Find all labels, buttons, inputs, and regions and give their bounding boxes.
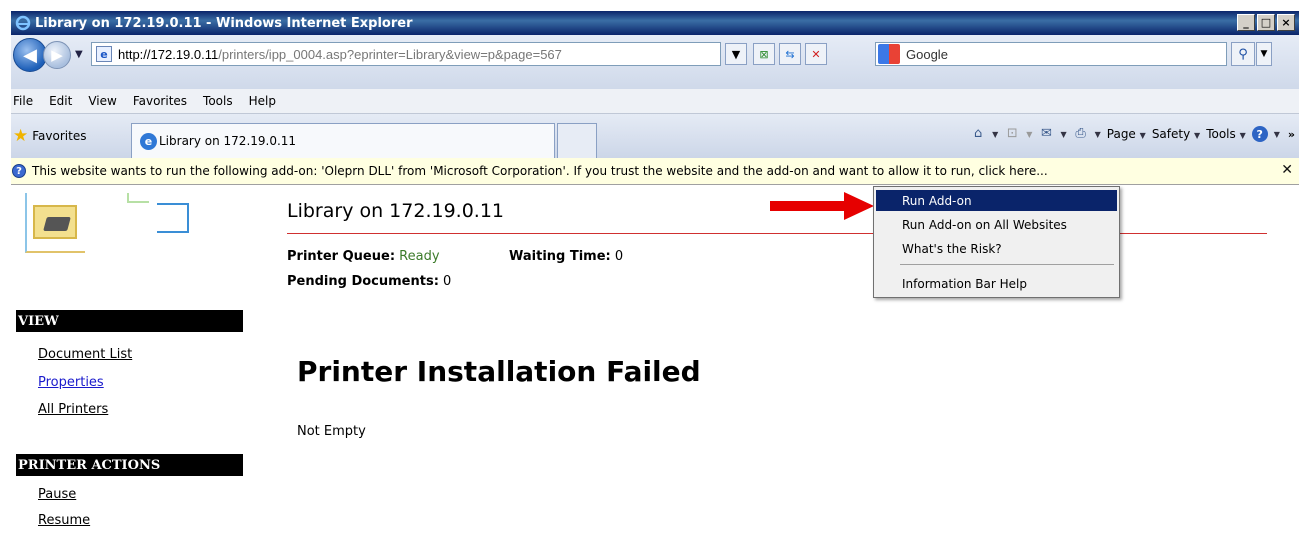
page-menu-button[interactable]: Page ▼ — [1107, 127, 1146, 141]
waiting-value: 0 — [614, 249, 624, 264]
info-shield-icon: ? — [12, 164, 26, 178]
chevron-more-icon[interactable]: » — [1288, 128, 1295, 141]
printer-icon — [43, 217, 71, 231]
ie-page-icon: e — [140, 132, 157, 150]
back-arrow-icon[interactable]: ◀ — [13, 38, 47, 72]
compatibility-view-icon[interactable]: ⊠ — [753, 43, 775, 65]
menu-bar: File Edit View Favorites Tools Help — [11, 89, 1299, 114]
menu-file[interactable]: File — [11, 94, 41, 108]
menu-item-whats-the-risk[interactable]: What's the Risk? — [876, 238, 1117, 259]
queue-label: Printer Queue: — [287, 249, 396, 264]
menu-item-information-bar-help[interactable]: Information Bar Help — [876, 273, 1117, 294]
feeds-dropdown-icon[interactable]: ▼ — [1026, 130, 1032, 139]
information-bar-message: This website wants to run the following … — [32, 164, 1048, 178]
menu-separator — [900, 264, 1114, 265]
menu-edit[interactable]: Edit — [41, 94, 80, 108]
address-path: /printers/ipp_0004.asp?eprinter=Library&… — [218, 46, 562, 62]
printer-logo — [23, 193, 203, 273]
refresh-icon[interactable]: ⇆ — [779, 43, 801, 65]
close-icon[interactable]: ✕ — [1281, 162, 1293, 178]
logo-decoration — [157, 203, 189, 233]
home-icon[interactable]: ⌂ — [970, 127, 986, 141]
pending-documents-status: Pending Documents: 0 — [287, 274, 451, 289]
address-dropdown-icon[interactable]: ▼ — [725, 43, 747, 65]
print-dropdown-icon[interactable]: ▼ — [1095, 130, 1101, 139]
safety-menu-button[interactable]: Safety ▼ — [1152, 127, 1200, 141]
menu-view[interactable]: View — [80, 94, 124, 108]
feeds-icon[interactable]: ⊡ — [1004, 127, 1020, 141]
page-title: Library on 172.19.0.11 — [287, 200, 505, 222]
sidebar-header-printer-actions: PRINTER ACTIONS — [16, 454, 243, 476]
title-divider — [287, 233, 1267, 234]
tab-label: Library on 172.19.0.11 — [159, 134, 297, 148]
forward-arrow-icon[interactable]: ▶ — [43, 41, 71, 69]
favorites-button[interactable]: ★ Favorites — [13, 126, 86, 146]
new-tab-button[interactable] — [557, 123, 597, 158]
help-icon[interactable]: ? — [1251, 126, 1268, 142]
search-options-dropdown-icon[interactable]: ▼ — [1256, 42, 1272, 66]
help-dropdown-icon[interactable]: ▼ — [1274, 130, 1280, 139]
sidebar-link-resume[interactable]: Resume — [38, 513, 90, 528]
stop-icon[interactable]: ✕ — [805, 43, 827, 65]
error-message: Not Empty — [297, 424, 366, 439]
menu-help[interactable]: Help — [241, 94, 284, 108]
close-button[interactable]: × — [1277, 14, 1295, 31]
print-icon[interactable]: ⎙ — [1073, 127, 1089, 141]
mail-dropdown-icon[interactable]: ▼ — [1060, 130, 1066, 139]
information-bar[interactable]: ? This website wants to run the followin… — [11, 158, 1299, 185]
minimize-button[interactable]: _ — [1237, 14, 1255, 31]
ie-logo-icon — [15, 15, 31, 31]
sidebar-header-view: VIEW — [16, 310, 243, 332]
window-titlebar[interactable]: Library on 172.19.0.11 - Windows Interne… — [11, 11, 1299, 35]
command-bar: ⌂ ▼ ⊡ ▼ ✉ ▼ ⎙ ▼ Page ▼ Safety ▼ Tools ▼ ? ▼ » — [970, 126, 1295, 142]
logo-decoration — [127, 193, 149, 203]
address-input[interactable]: e http://172.19.0.11/printers/ipp_0004.a… — [91, 42, 721, 66]
search-icon[interactable]: ⚲ — [1231, 42, 1255, 66]
sidebar-link-properties[interactable]: Properties — [38, 375, 104, 390]
home-dropdown-icon[interactable]: ▼ — [992, 130, 998, 139]
google-logo-icon — [878, 44, 900, 64]
printer-queue-status: Printer Queue: Ready — [287, 249, 440, 264]
pending-label: Pending Documents: — [287, 274, 439, 289]
window-title: Library on 172.19.0.11 - Windows Interne… — [35, 15, 413, 31]
queue-value: Ready — [399, 249, 440, 264]
favorites-bar: ★ Favorites e Library on 172.19.0.11 ⌂ ▼ … — [11, 114, 1299, 158]
menu-favorites[interactable]: Favorites — [125, 94, 195, 108]
red-arrow-icon — [770, 192, 874, 220]
search-input[interactable]: Google — [875, 42, 1227, 66]
search-placeholder: Google — [906, 46, 948, 62]
star-icon: ★ — [13, 126, 29, 146]
menu-tools[interactable]: Tools — [195, 94, 241, 108]
address-host: http://172.19.0.11 — [118, 46, 219, 62]
sidebar-link-document-list[interactable]: Document List — [38, 347, 132, 362]
sidebar-link-pause[interactable]: Pause — [38, 487, 76, 502]
address-toolbar: ◀ ▶ ▼ e http://172.19.0.11/printers/ipp_… — [11, 35, 1299, 89]
favorites-label: Favorites — [32, 129, 87, 143]
pending-value: 0 — [443, 274, 452, 289]
tab-library[interactable]: e Library on 172.19.0.11 — [131, 123, 555, 158]
menu-item-run-add-on[interactable]: Run Add-on — [876, 190, 1117, 211]
waiting-label: Waiting Time: — [509, 249, 611, 264]
tools-menu-button[interactable]: Tools ▼ — [1206, 127, 1246, 141]
waiting-time-status: Waiting Time: 0 — [509, 249, 623, 264]
add-on-context-menu: Run Add-on Run Add-on on All Websites Wh… — [873, 186, 1120, 298]
menu-item-run-add-on-all-websites[interactable]: Run Add-on on All Websites — [876, 214, 1117, 235]
error-heading: Printer Installation Failed — [297, 355, 701, 388]
recent-pages-dropdown-icon[interactable]: ▼ — [75, 49, 83, 60]
sidebar-link-all-printers[interactable]: All Printers — [38, 402, 108, 417]
maximize-button[interactable]: □ — [1257, 14, 1275, 31]
mail-icon[interactable]: ✉ — [1038, 127, 1054, 141]
page-icon: e — [96, 46, 112, 62]
